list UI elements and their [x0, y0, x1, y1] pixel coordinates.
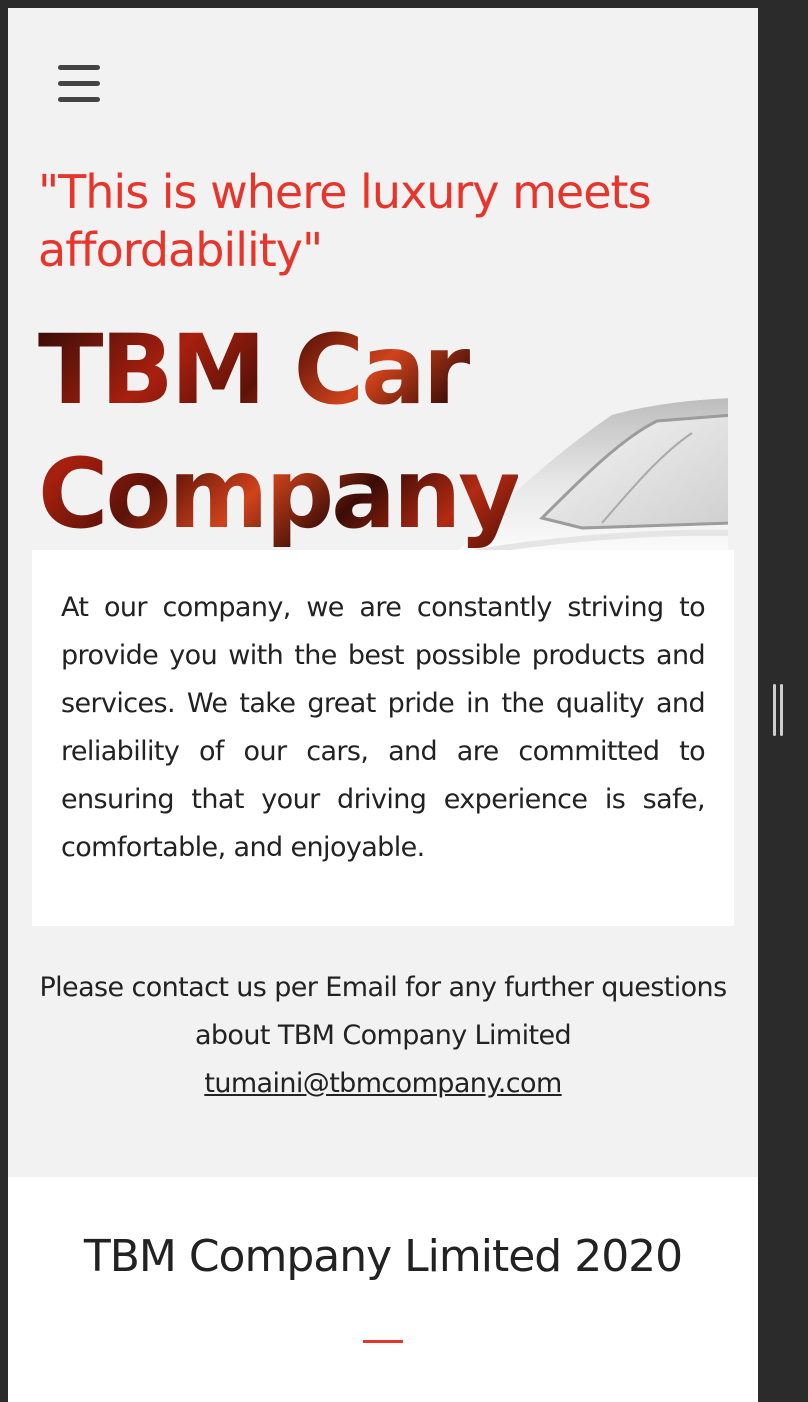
company-title-line1: TBM Car: [38, 314, 468, 426]
footer-accent-rule: [363, 1340, 403, 1343]
email-link[interactable]: tumaini@tbmcompany.com: [204, 1068, 562, 1099]
menu-bar-bottom: [58, 97, 100, 102]
menu-bar-middle: [58, 81, 100, 86]
contact-text: Please contact us per Email for any furt…: [39, 972, 727, 1051]
scrollbar-handle[interactable]: [773, 684, 783, 736]
hamburger-menu-icon[interactable]: [58, 63, 100, 103]
about-text: At our company, we are constantly strivi…: [61, 592, 706, 863]
scrollbar-grip-right: [780, 684, 783, 736]
company-title: TBM Car Company: [38, 308, 518, 556]
tagline: "This is where luxury meets affordabilit…: [38, 165, 652, 277]
about-card: At our company, we are constantly strivi…: [32, 550, 734, 926]
footer-title: TBM Company Limited 2020: [83, 1231, 683, 1282]
hero-banner: TBM Car Company: [32, 308, 728, 558]
footer: TBM Company Limited 2020: [8, 1177, 758, 1402]
window-frame-top: [0, 0, 808, 8]
contact-section: Please contact us per Email for any furt…: [32, 964, 734, 1108]
menu-bar-top: [58, 65, 100, 70]
page-viewport: "This is where luxury meets affordabilit…: [8, 8, 758, 1402]
company-title-line2: Company: [38, 438, 518, 550]
scrollbar-grip-left: [773, 684, 776, 736]
